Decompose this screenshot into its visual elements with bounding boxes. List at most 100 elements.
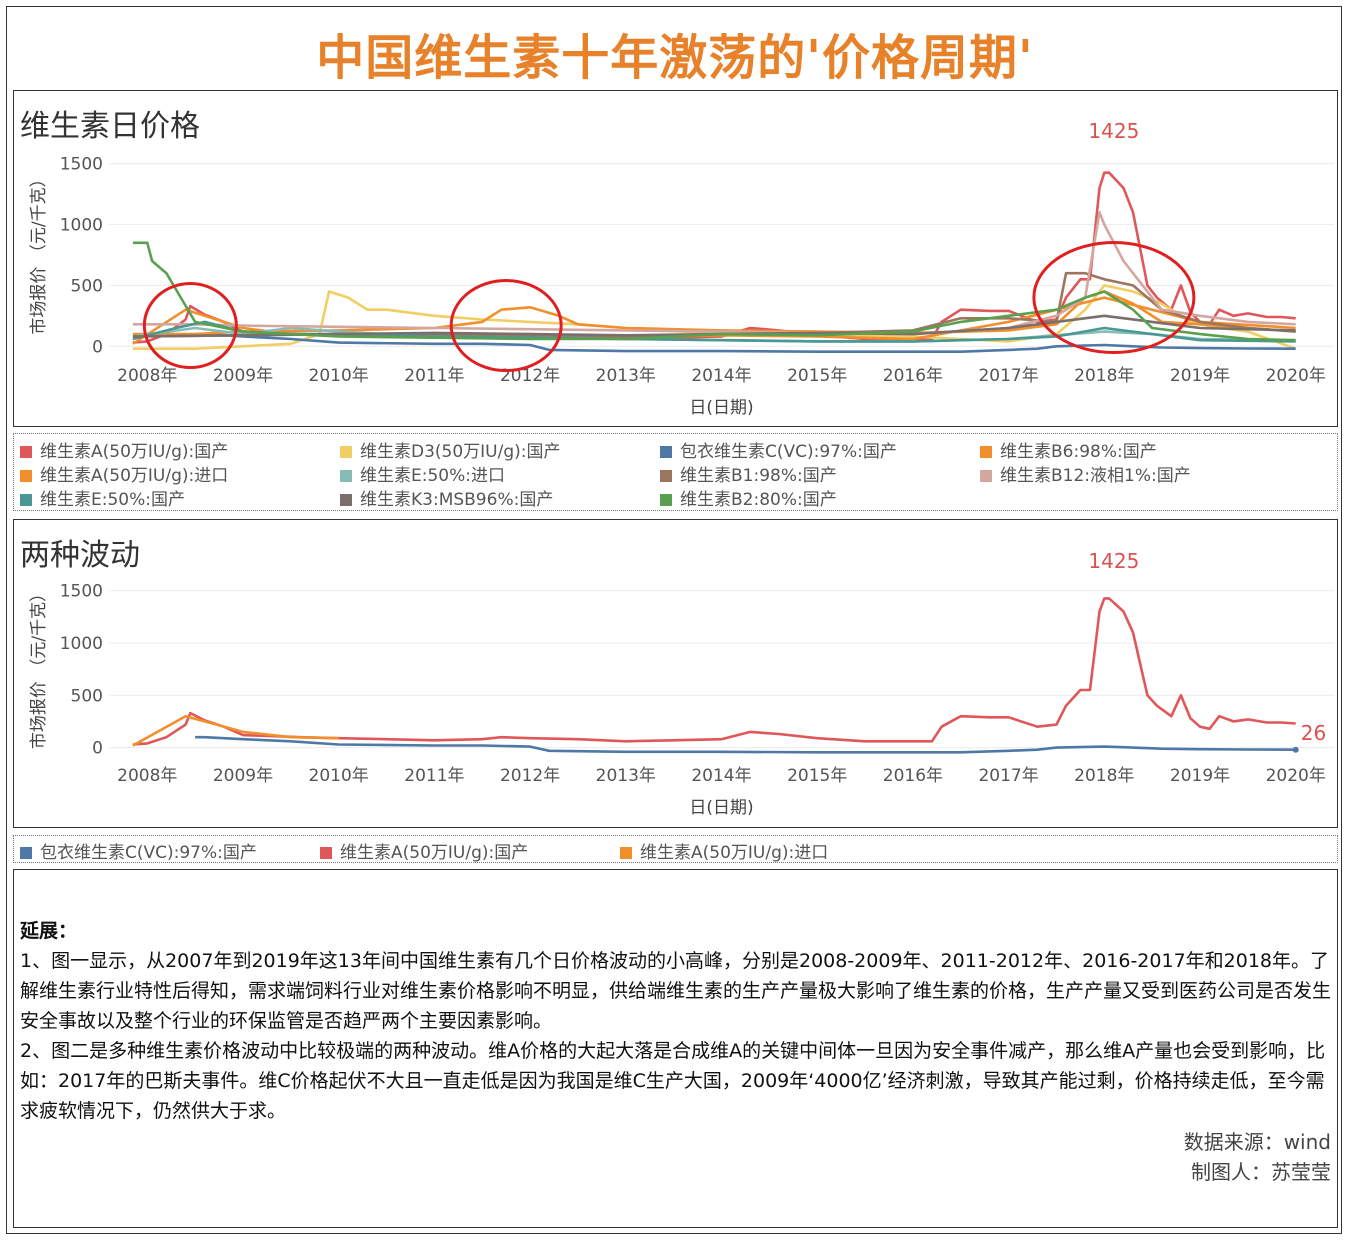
y-axis-title: 市场报价 （元/千克） (29, 585, 49, 749)
x-tick-label: 2010年 (309, 766, 369, 786)
y-tick-label: 0 (92, 337, 103, 357)
legend-item[interactable]: 维生素B1:98%:国产 (660, 461, 837, 486)
x-tick-label: 2011年 (404, 766, 464, 786)
legend-label: 维生素E:50%:国产 (40, 490, 185, 510)
x-tick-label: 2015年 (787, 366, 847, 386)
x-tick-label: 2015年 (787, 766, 847, 786)
legend-item[interactable]: 包衣维生素C(VC):97%:国产 (20, 838, 257, 863)
series-line[interactable] (132, 290, 1296, 336)
x-tick-label: 2012年 (500, 766, 560, 786)
chart1-svg[interactable]: 0 500 1000 1500 2008年 2009年 2010年 2011年 2012年 201… (14, 91, 1337, 426)
x-tick-label: 2017年 (978, 366, 1038, 386)
legend-item[interactable]: 维生素B12:液相1%:国产 (980, 461, 1191, 486)
notes-paragraph-1: 1、图一显示，从2007年到2019年这13年间中国维生素有几个日价格波动的小高… (20, 950, 1332, 1032)
x-tick-label: 2016年 (883, 366, 943, 386)
legend-swatch (340, 446, 352, 458)
legend-label: 维生素A(50万IU/g):国产 (340, 843, 529, 863)
chart2-panel: 两种波动 0 500 1000 1500 2008年 2009年 2010年 2011年 201… (13, 519, 1338, 828)
x-tick-label: 2009年 (213, 766, 273, 786)
legend-item[interactable]: 维生素E:50%:国产 (20, 485, 185, 510)
legend-label: 维生素K3:MSB96%:国产 (360, 490, 554, 510)
y-tick-label: 0 (92, 739, 103, 759)
legend-swatch (340, 470, 352, 482)
y-tick-label: 1000 (60, 634, 103, 654)
x-tick-label: 2016年 (883, 766, 943, 786)
legend-item[interactable]: 维生素A(50万IU/g):进口 (20, 461, 228, 486)
legend-item[interactable]: 维生素B2:80%:国产 (660, 485, 837, 510)
chart2-legend: 包衣维生素C(VC):97%:国产 维生素A(50万IU/g):国产 维生素A(50… (13, 835, 1338, 863)
series-line[interactable] (132, 597, 1296, 746)
legend-item[interactable]: 包衣维生素C(VC):97%:国产 (660, 437, 897, 462)
chart1-legend: 维生素A(50万IU/g):国产 维生素D3(50万IU/g):国产 包衣维生素C(… (13, 433, 1338, 511)
y-tick-label: 500 (71, 686, 103, 706)
legend-label: 包衣维生素C(VC):97%:国产 (680, 442, 897, 462)
x-tick-label: 2008年 (117, 366, 177, 386)
notes-paragraph-2: 2、图二是多种维生素价格波动中比较极端的两种波动。维A价格的大起大落是合成维A的… (20, 1040, 1326, 1122)
x-tick-label: 2018年 (1074, 766, 1134, 786)
x-axis-title: 日(日期) (689, 398, 753, 418)
legend-item[interactable]: 维生素D3(50万IU/g):国产 (340, 437, 561, 462)
x-tick-label: 2018年 (1074, 366, 1134, 386)
legend-swatch (660, 494, 672, 506)
legend-swatch (20, 470, 32, 482)
x-tick-label: 2020年 (1266, 766, 1326, 786)
legend-label: 维生素A(50万IU/g):进口 (40, 466, 229, 486)
x-tick-label: 2010年 (309, 366, 369, 386)
x-tick-label: 2020年 (1266, 366, 1326, 386)
legend-label: 维生素E:50%:进口 (360, 466, 505, 486)
notes-panel: 延展： 1、图一显示，从2007年到2019年这13年间中国维生素有几个日价格波… (13, 869, 1338, 1228)
y-tick-label: 1500 (60, 582, 103, 602)
end-value-label: 26 (1301, 721, 1326, 745)
peak-label: 1425 (1088, 549, 1139, 573)
legend-swatch (20, 847, 32, 859)
legend-swatch (980, 470, 992, 482)
legend-label: 维生素B6:98%:国产 (1000, 442, 1157, 462)
x-tick-label: 2019年 (1170, 366, 1230, 386)
y-tick-label: 1500 (60, 155, 103, 175)
legend-item[interactable]: 维生素A(50万IU/g):国产 (320, 838, 528, 863)
peak-label: 1425 (1088, 119, 1139, 143)
chart1-panel: 维生素日价格 0 500 1000 1500 2008年 2009年 2010年 2011年 2… (13, 90, 1338, 427)
y-tick-label: 500 (71, 276, 103, 296)
page-title: 中国维生素十年激荡的'价格周期' (316, 30, 1034, 86)
legend-label: 维生素D3(50万IU/g):国产 (360, 442, 561, 462)
legend-swatch (660, 446, 672, 458)
x-tick-label: 2014年 (691, 766, 751, 786)
x-axis-title: 日(日期) (689, 798, 753, 818)
legend-label: 维生素B12:液相1%:国产 (1000, 466, 1191, 486)
legend-item[interactable]: 维生素A(50万IU/g):进口 (620, 838, 828, 863)
series-line[interactable] (132, 211, 1296, 336)
chart-author: 制图人：苏莹莹 (1191, 1160, 1331, 1184)
x-tick-label: 2017年 (978, 766, 1038, 786)
legend-label: 维生素A(50万IU/g):国产 (40, 442, 229, 462)
legend-swatch (620, 847, 632, 859)
legend-swatch (320, 847, 332, 859)
notes-heading: 延展： (20, 920, 78, 942)
legend-label: 包衣维生素C(VC):97%:国产 (40, 843, 257, 863)
highlight-ellipse (449, 279, 563, 373)
x-tick-label: 2008年 (117, 766, 177, 786)
x-tick-label: 2019年 (1170, 766, 1230, 786)
y-tick-label: 1000 (60, 215, 103, 235)
y-axis-title: 市场报价 （元/千克） (29, 170, 49, 334)
x-tick-label: 2011年 (404, 366, 464, 386)
legend-swatch (20, 446, 32, 458)
legend-item[interactable]: 维生素K3:MSB96%:国产 (340, 485, 553, 510)
legend-item[interactable]: 维生素A(50万IU/g):国产 (20, 437, 228, 462)
legend-swatch (980, 446, 992, 458)
x-tick-label: 2013年 (596, 766, 656, 786)
data-source: 数据来源：wind (1183, 1130, 1331, 1154)
legend-label: 维生素B2:80%:国产 (680, 490, 837, 510)
legend-item[interactable]: 维生素E:50%:进口 (340, 461, 505, 486)
legend-swatch (340, 494, 352, 506)
chart2-svg[interactable]: 0 500 1000 1500 2008年 2009年 2010年 2011年 2012年 201… (14, 520, 1337, 827)
legend-swatch (660, 470, 672, 482)
x-tick-label: 2014年 (691, 366, 751, 386)
series-line[interactable] (132, 714, 339, 747)
x-tick-label: 2012年 (500, 366, 560, 386)
end-point (1292, 746, 1299, 753)
x-tick-label: 2013年 (596, 366, 656, 386)
legend-label: 维生素A(50万IU/g):进口 (640, 843, 829, 863)
legend-swatch (20, 494, 32, 506)
legend-item[interactable]: 维生素B6:98%:国产 (980, 437, 1157, 462)
